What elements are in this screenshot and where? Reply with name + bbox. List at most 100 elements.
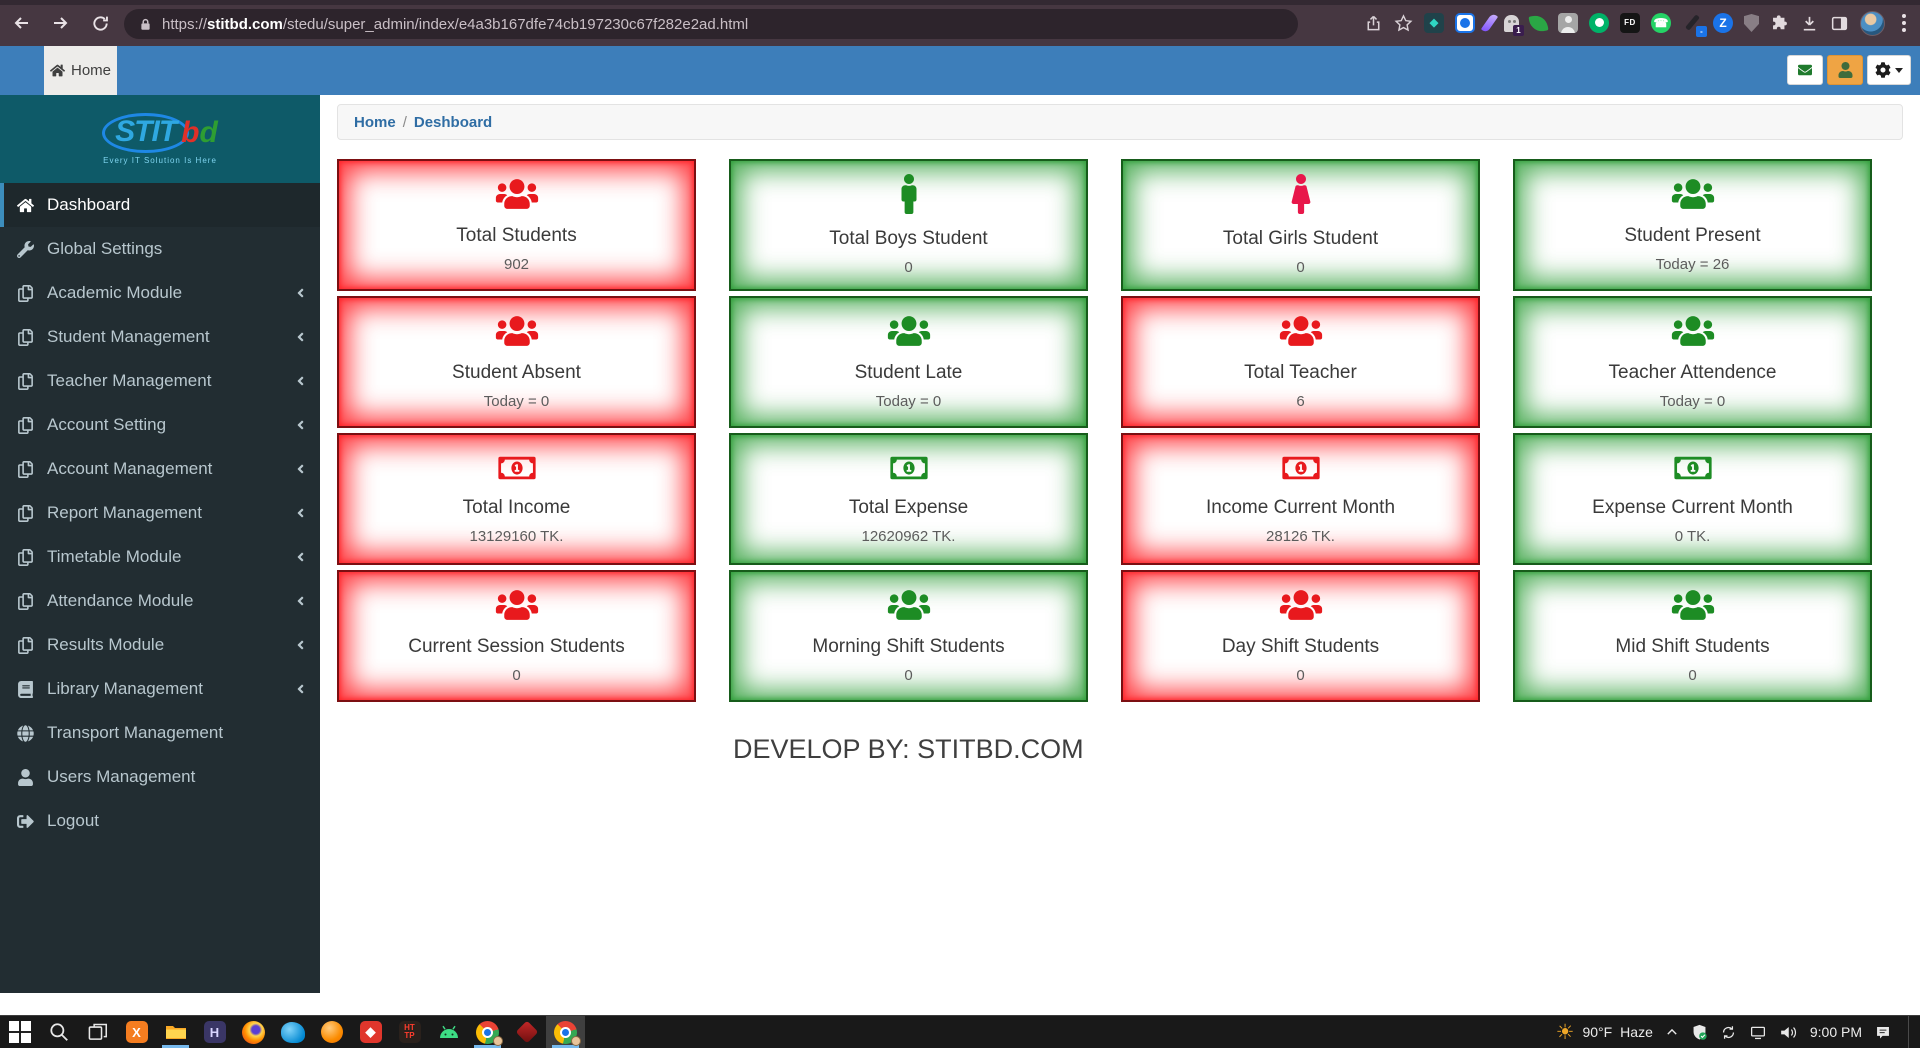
sidebar-item-student-management[interactable]: Student Management xyxy=(0,315,320,359)
xampp-icon[interactable]: X xyxy=(117,1016,156,1048)
editor-h-icon[interactable]: H xyxy=(195,1016,234,1048)
home-tab[interactable]: Home xyxy=(44,46,117,95)
stat-card: Student Present Today = 26 xyxy=(1513,159,1872,291)
whatsapp-extension[interactable]: ☎ xyxy=(1651,13,1671,33)
download-icon[interactable] xyxy=(1800,14,1819,33)
settings-button[interactable] xyxy=(1867,55,1911,85)
breadcrumb: Home / Deshboard xyxy=(337,104,1903,140)
start-button[interactable] xyxy=(0,1016,39,1048)
side-panel-icon[interactable] xyxy=(1830,14,1849,33)
chevron-left-icon xyxy=(296,682,305,696)
sidebar-item-label: Teacher Management xyxy=(47,371,212,390)
feather-extension[interactable] xyxy=(1480,12,1499,34)
sync-phone-icon[interactable] xyxy=(1720,1024,1737,1041)
sidebar-item-report-management[interactable]: Report Management xyxy=(0,491,320,535)
z-extension[interactable]: Z xyxy=(1713,13,1733,33)
file-explorer-icon[interactable] xyxy=(156,1016,195,1048)
sidebar-item-label: Timetable Module xyxy=(47,547,182,566)
sidebar-item-label: Logout xyxy=(47,811,99,830)
color-picker-extension[interactable]: - xyxy=(1682,13,1707,37)
home-icon xyxy=(15,197,36,214)
messages-button[interactable] xyxy=(1787,55,1823,85)
browser-profile-avatar[interactable] xyxy=(1860,10,1885,36)
chrome-profile2-icon[interactable] xyxy=(546,1016,585,1048)
volume-icon[interactable] xyxy=(1779,1024,1798,1041)
sidebar-item-timetable-module[interactable]: Timetable Module xyxy=(0,535,320,579)
browser-back-button[interactable] xyxy=(10,11,34,35)
taskbar-clock[interactable]: 9:00 PM xyxy=(1810,1024,1862,1040)
red-app-icon[interactable]: ◆ xyxy=(351,1016,390,1048)
chrome-profile1-icon[interactable] xyxy=(468,1016,507,1048)
ghost-extension[interactable]: 1 xyxy=(1504,14,1524,36)
address-bar[interactable]: https://stitbd.com/stedu/super_admin/ind… xyxy=(124,9,1298,39)
diamond-extension[interactable]: ◆ xyxy=(1424,13,1444,33)
stat-card: Total Students 902 xyxy=(337,159,696,291)
copy-icon xyxy=(15,593,36,610)
money-icon xyxy=(1278,453,1324,488)
ruby-app-icon[interactable] xyxy=(507,1016,546,1048)
sidebar-item-logout[interactable]: Logout xyxy=(0,799,320,843)
sidebar-item-account-setting[interactable]: Account Setting xyxy=(0,403,320,447)
stat-card: Student Absent Today = 0 xyxy=(337,296,696,428)
copy-icon xyxy=(15,637,36,654)
profile-button[interactable] xyxy=(1827,55,1863,85)
lock-icon xyxy=(141,18,150,30)
http-tool-icon[interactable]: HT TP xyxy=(390,1016,429,1048)
fd-extension-glyph: FD xyxy=(1624,18,1636,27)
defender-shield-icon[interactable] xyxy=(1691,1024,1708,1041)
whatsapp-extension-glyph: ☎ xyxy=(1653,16,1669,30)
sidebar-item-dashboard[interactable]: Dashboard xyxy=(0,183,320,227)
card-title: Total Income xyxy=(462,497,571,518)
card-title: Total Boys Student xyxy=(829,228,988,249)
sidebar-item-results-module[interactable]: Results Module xyxy=(0,623,320,667)
breadcrumb-home-link[interactable]: Home xyxy=(354,114,396,131)
sidebar-item-users-management[interactable]: Users Management xyxy=(0,755,320,799)
browser-forward-button[interactable] xyxy=(48,11,72,35)
card-value: 902 xyxy=(503,256,530,273)
network-icon[interactable] xyxy=(1749,1024,1767,1041)
sidebar-item-library-management[interactable]: Library Management xyxy=(0,667,320,711)
sidebar-item-label: Dashboard xyxy=(47,195,131,214)
money-icon xyxy=(886,453,932,488)
record-extension[interactable] xyxy=(1455,13,1475,33)
weather-widget[interactable]: ☀ 90°F Haze xyxy=(1556,1022,1653,1043)
stat-card: Total Teacher 6 xyxy=(1121,296,1480,428)
app-logo: STIT b d Every IT Solution Is Here xyxy=(0,95,320,183)
sidebar-item-label: Account Management xyxy=(47,459,213,478)
browser-menu-icon[interactable] xyxy=(1902,21,1906,25)
share-icon[interactable] xyxy=(1364,14,1383,33)
sidebar-item-academic-module[interactable]: Academic Module xyxy=(0,271,320,315)
android-studio-icon[interactable] xyxy=(429,1016,468,1048)
mysql-workbench-icon[interactable] xyxy=(273,1016,312,1048)
copy-icon xyxy=(15,373,36,390)
browser-toolbar: https://stitbd.com/stedu/super_admin/ind… xyxy=(0,0,1920,46)
green-leaf-extension[interactable] xyxy=(1528,12,1549,34)
bookmark-star-icon[interactable] xyxy=(1394,13,1413,33)
home-tab-label: Home xyxy=(70,62,111,79)
sidebar-item-transport-management[interactable]: Transport Management xyxy=(0,711,320,755)
fd-extension[interactable]: FD xyxy=(1620,13,1640,33)
chevron-left-icon xyxy=(296,506,305,520)
envelope-icon xyxy=(1796,63,1814,77)
firefox-icon[interactable] xyxy=(234,1016,273,1048)
green-circle-extension[interactable] xyxy=(1589,13,1609,33)
tray-chevron-up-icon[interactable] xyxy=(1665,1025,1679,1039)
browser-reload-button[interactable] xyxy=(88,11,112,35)
extensions-puzzle-icon[interactable] xyxy=(1770,14,1789,33)
orange-app-icon[interactable] xyxy=(312,1016,351,1048)
globe-icon xyxy=(15,725,36,742)
weather-temp: 90°F xyxy=(1582,1024,1613,1040)
sidebar-item-attendance-module[interactable]: Attendance Module xyxy=(0,579,320,623)
sidebar-item-account-management[interactable]: Account Management xyxy=(0,447,320,491)
task-view-button[interactable] xyxy=(78,1016,117,1048)
shield-extension[interactable] xyxy=(1744,14,1759,32)
notification-center-icon[interactable] xyxy=(1874,1024,1892,1041)
search-button[interactable] xyxy=(39,1016,78,1048)
users-icon xyxy=(1670,314,1716,353)
person-extension[interactable] xyxy=(1558,13,1578,33)
card-value: Today = 0 xyxy=(1659,393,1726,410)
sidebar-item-teacher-management[interactable]: Teacher Management xyxy=(0,359,320,403)
show-desktop-button[interactable] xyxy=(1908,1016,1914,1048)
card-title: Day Shift Students xyxy=(1221,636,1380,657)
sidebar-item-global-settings[interactable]: Global Settings xyxy=(0,227,320,271)
